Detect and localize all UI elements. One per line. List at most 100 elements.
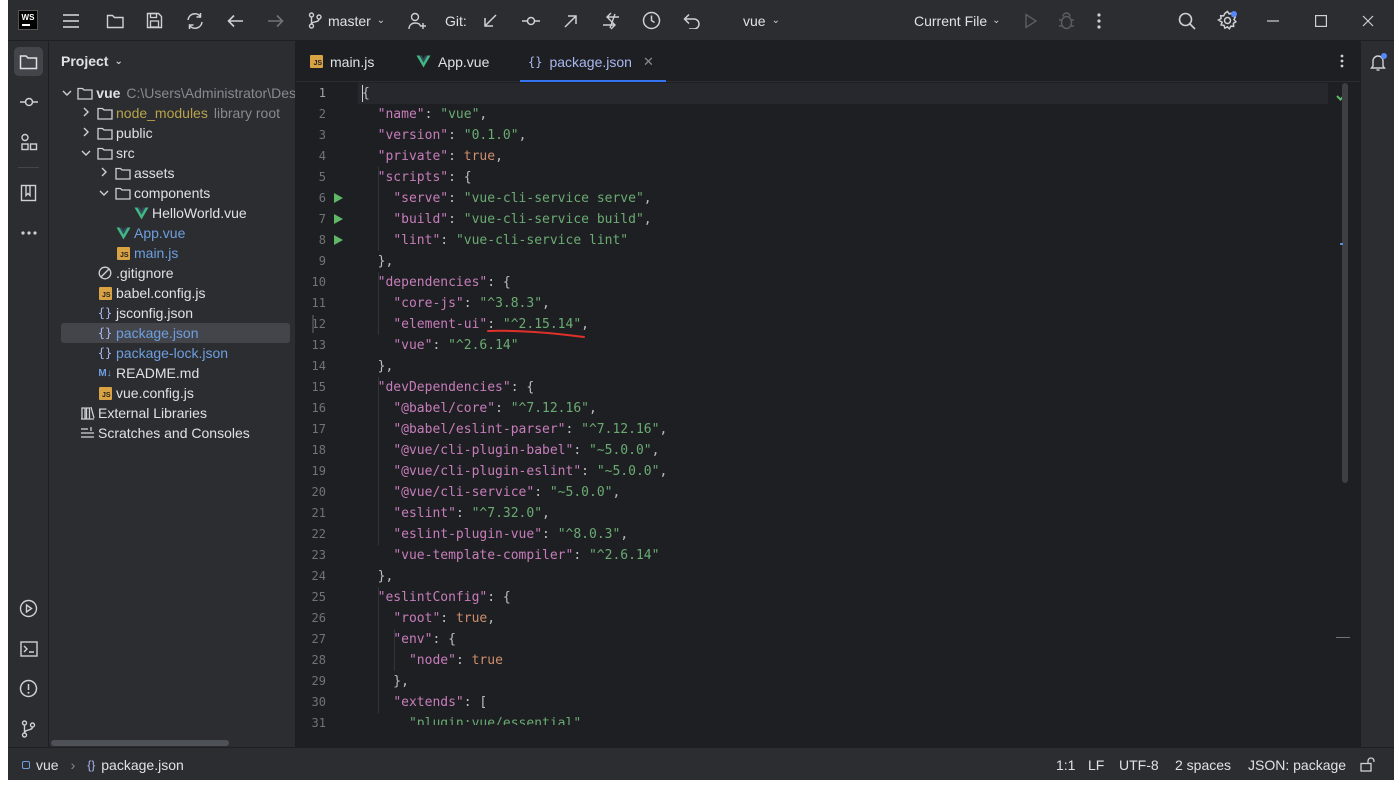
line-number[interactable]: 29 <box>296 671 326 692</box>
search-everywhere-button[interactable] <box>1178 0 1196 41</box>
bookmarks-tool-button[interactable] <box>14 178 43 207</box>
tree-item[interactable]: JS main.js <box>49 243 295 263</box>
commit-tool-button[interactable] <box>14 87 43 116</box>
indent-settings[interactable]: 2 spaces <box>1175 748 1231 780</box>
line-number[interactable]: 25 <box>296 587 326 608</box>
sync-button[interactable] <box>185 0 205 41</box>
tab-package-json[interactable]: {} package.json ✕ <box>520 41 666 82</box>
chevron-down-icon[interactable] <box>79 147 93 159</box>
line-number[interactable]: 3 <box>296 125 326 146</box>
tree-item[interactable]: .gitignore <box>49 263 295 283</box>
main-menu-button[interactable] <box>62 0 80 41</box>
line-number[interactable]: 8 <box>296 230 326 251</box>
tree-item[interactable]: M↓ README.md <box>49 363 295 383</box>
line-number[interactable]: 17 <box>296 419 326 440</box>
line-number[interactable]: 30 <box>296 692 326 713</box>
maximize-button[interactable] <box>1315 0 1327 41</box>
history-button[interactable] <box>642 0 661 41</box>
tree-item[interactable]: vue C:\Users\Administrator\Des <box>49 83 295 103</box>
line-number[interactable]: 5 <box>296 167 326 188</box>
settings-button[interactable] <box>1217 0 1238 41</box>
line-number[interactable]: 6 <box>296 188 326 209</box>
tree-item[interactable]: {} package-lock.json <box>49 343 295 363</box>
line-number[interactable]: 27 <box>296 629 326 650</box>
run-button[interactable] <box>1024 0 1038 41</box>
tree-item[interactable]: External Libraries <box>49 403 295 423</box>
run-config-selector[interactable]: Current File ⌄ <box>914 0 1001 41</box>
tree-item[interactable]: public <box>49 123 295 143</box>
tree-item[interactable]: {} jsconfig.json <box>49 303 295 323</box>
line-number[interactable]: 2 <box>296 104 326 125</box>
tree-item[interactable]: src <box>49 143 295 163</box>
read-only-toggle[interactable] <box>1360 748 1375 780</box>
minimize-button[interactable] <box>1267 0 1279 41</box>
tree-item[interactable]: HelloWorld.vue <box>49 203 295 223</box>
line-number[interactable]: 26 <box>296 608 326 629</box>
tree-item[interactable]: {} package.json <box>61 323 290 343</box>
tab-App-vue[interactable]: App.vue <box>416 41 489 82</box>
chevron-down-icon[interactable] <box>61 87 73 99</box>
breadcrumb-file[interactable]: package.json <box>101 757 184 773</box>
add-user-button[interactable] <box>408 0 427 41</box>
line-number[interactable]: 1 <box>296 83 326 104</box>
close-icon[interactable]: ✕ <box>643 54 654 70</box>
chevron-down-icon[interactable] <box>97 187 111 199</box>
code-content[interactable]: { "name": "vue", "version": "0.1.0", "pr… <box>358 83 1328 725</box>
close-window-button[interactable] <box>1362 0 1374 41</box>
forward-button[interactable] <box>267 0 284 41</box>
more-actions-button[interactable] <box>1097 0 1101 41</box>
horizontal-scrollbar[interactable] <box>51 740 229 746</box>
line-number[interactable]: 7 <box>296 209 326 230</box>
line-number[interactable]: 20 <box>296 482 326 503</box>
line-number[interactable]: 11 <box>296 293 326 314</box>
run-script-icon[interactable] <box>334 235 343 245</box>
tree-item[interactable]: Scratches and Consoles <box>49 423 295 443</box>
line-number[interactable]: 21 <box>296 503 326 524</box>
line-number[interactable]: 15 <box>296 377 326 398</box>
tab-options-button[interactable] <box>1340 54 1344 71</box>
line-number[interactable]: 23 <box>296 545 326 566</box>
tree-item[interactable]: components <box>49 183 295 203</box>
file-encoding[interactable]: UTF-8 <box>1119 748 1159 780</box>
git-tool-button[interactable] <box>14 714 43 743</box>
update-project-button[interactable] <box>482 0 498 41</box>
commit-button[interactable] <box>521 0 541 41</box>
tab-main-js[interactable]: JS main.js <box>310 41 374 82</box>
line-number[interactable]: 9 <box>296 251 326 272</box>
line-number[interactable]: 19 <box>296 461 326 482</box>
services-tool-button[interactable] <box>14 594 43 623</box>
line-number[interactable]: 16 <box>296 398 326 419</box>
chevron-right-icon[interactable] <box>79 107 93 120</box>
terminal-tool-button[interactable] <box>14 634 43 663</box>
vertical-scrollbar[interactable] <box>1342 83 1348 483</box>
tree-item[interactable]: JS vue.config.js <box>49 383 295 403</box>
structure-tool-button[interactable] <box>14 127 43 156</box>
problems-tool-button[interactable] <box>14 674 43 703</box>
run-script-icon[interactable] <box>334 193 343 203</box>
json-schema[interactable]: JSON: package <box>1248 748 1346 780</box>
chevron-right-icon[interactable] <box>97 167 111 180</box>
caret-position[interactable]: 1:1 <box>1056 748 1075 780</box>
tree-item[interactable]: JS babel.config.js <box>49 283 295 303</box>
more-tools-button[interactable] <box>14 218 43 247</box>
back-button[interactable] <box>227 0 244 41</box>
rollback-button[interactable] <box>683 0 701 41</box>
line-number[interactable]: 10 <box>296 272 326 293</box>
project-panel-header[interactable]: Project ⌄ <box>61 53 123 69</box>
branch-selector[interactable]: master ⌄ <box>308 0 385 41</box>
project-tool-button[interactable] <box>14 47 43 76</box>
line-number[interactable]: 22 <box>296 524 326 545</box>
tree-item[interactable]: App.vue <box>49 223 295 243</box>
merge-button[interactable] <box>601 0 621 41</box>
chevron-right-icon[interactable] <box>79 127 93 140</box>
project-selector[interactable]: vue ⌄ <box>743 0 780 41</box>
push-button[interactable] <box>563 0 579 41</box>
debug-button[interactable] <box>1058 0 1075 41</box>
line-number[interactable]: 28 <box>296 650 326 671</box>
run-script-icon[interactable] <box>334 214 343 224</box>
open-button[interactable] <box>106 0 125 41</box>
line-number[interactable]: 14 <box>296 356 326 377</box>
notifications-button[interactable] <box>1364 47 1393 76</box>
line-number[interactable]: 18 <box>296 440 326 461</box>
tree-item[interactable]: node_modules library root <box>49 103 295 123</box>
